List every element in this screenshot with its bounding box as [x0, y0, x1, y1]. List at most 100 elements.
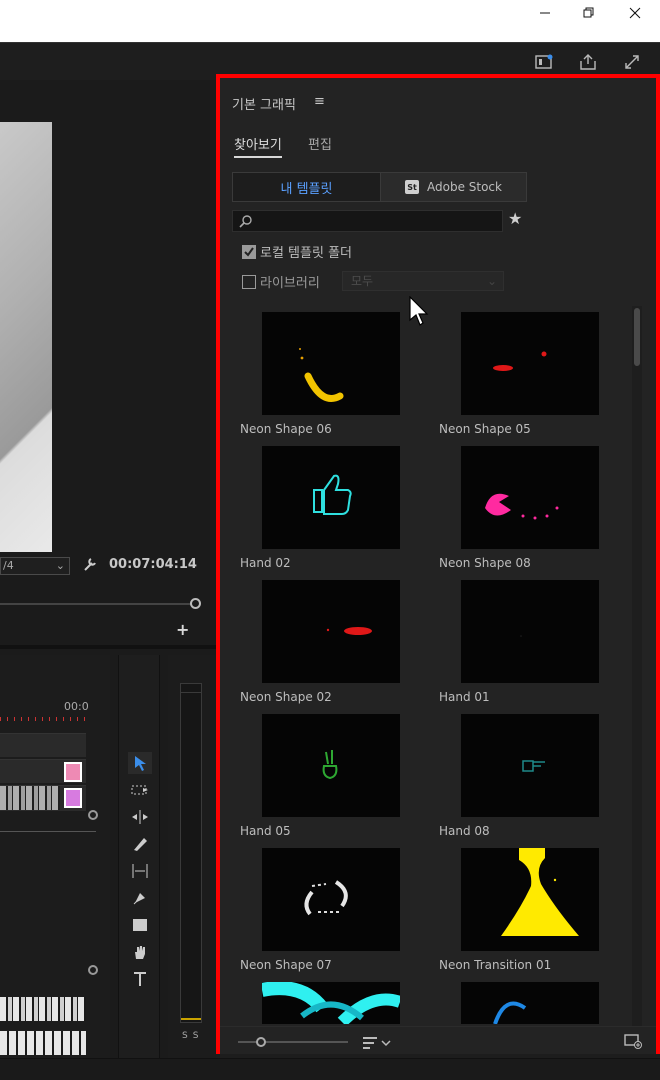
template-name: Neon Shape 07: [240, 958, 332, 972]
panel-divider: [0, 645, 216, 649]
template-name: Neon Transition 01: [439, 958, 552, 972]
template-name: Neon Shape 08: [439, 556, 531, 570]
scrollbar-thumb[interactable]: [634, 308, 640, 366]
program-monitor-frame: [0, 122, 52, 552]
meter-solo-left[interactable]: S: [182, 1031, 188, 1041]
track-scroll-knob[interactable]: [88, 810, 98, 820]
track-scroll-knob[interactable]: [88, 965, 98, 975]
monitor-scrubber[interactable]: [0, 598, 201, 610]
adobe-stock-button[interactable]: St Adobe Stock: [380, 173, 526, 201]
template-thumbnail: [461, 714, 599, 817]
libraries-dropdown-value: 모두: [351, 274, 374, 288]
template-search-input[interactable]: [232, 210, 503, 232]
chevron-down-icon: ⌄: [55, 559, 65, 572]
new-layer-icon[interactable]: [624, 1033, 642, 1053]
timeline-clip-strip[interactable]: [0, 1031, 86, 1055]
my-templates-button[interactable]: 내 템플릿: [233, 173, 380, 201]
minimize-icon[interactable]: [522, 0, 568, 26]
timeline-track[interactable]: [0, 759, 86, 783]
type-tool-icon[interactable]: [128, 968, 152, 990]
add-button-plus-icon[interactable]: +: [176, 620, 189, 639]
template-thumbnail: [262, 982, 400, 1024]
meter-bar: [180, 683, 202, 1023]
libraries-checkbox[interactable]: [242, 274, 256, 289]
slip-tool-icon[interactable]: [128, 860, 152, 882]
ripple-edit-tool-icon[interactable]: [128, 806, 152, 828]
thumbnail-size-slider-knob[interactable]: [256, 1037, 266, 1047]
fit-dropdown[interactable]: /4 ⌄: [0, 557, 70, 575]
timeline-ruler-time: 00:0: [64, 700, 89, 713]
template-grid: Neon Shape 06 Neon Shape 05 Hand 02 Neon…: [240, 312, 630, 1024]
fullscreen-icon[interactable]: [621, 51, 643, 73]
template-item[interactable]: Neon Shape 02: [240, 580, 420, 714]
thumbnail-size-slider[interactable]: [238, 1041, 348, 1043]
libraries-label: 라이브러리: [260, 276, 320, 291]
template-name: Neon Shape 02: [240, 690, 332, 704]
local-templates-checkbox[interactable]: [242, 244, 256, 259]
template-thumbnail: [262, 312, 400, 415]
libraries-checkbox-row[interactable]: 라이브러리: [242, 272, 320, 291]
razor-tool-icon[interactable]: [128, 833, 152, 855]
timeline-clip[interactable]: [64, 788, 82, 808]
essential-graphics-panel: 기본 그래픽 ≡ 찾아보기 편집 내 템플릿 St Adobe Stock ★ …: [216, 74, 660, 1054]
selection-tool-icon[interactable]: [128, 752, 152, 774]
sort-order-icon[interactable]: [362, 1035, 392, 1054]
share-icon[interactable]: [577, 51, 599, 73]
app-root: /4 ⌄ 00:07:04:14 + 00:0 S S 기본 그래픽 ≡ 찾아보…: [0, 0, 660, 1080]
search-icon: [239, 214, 253, 233]
local-templates-checkbox-row[interactable]: 로컬 템플릿 폴더: [242, 242, 352, 261]
template-item[interactable]: Hand 08: [439, 714, 619, 848]
template-item[interactable]: [240, 982, 420, 1024]
playhead-timecode[interactable]: 00:07:04:14: [109, 557, 197, 572]
window-titlebar: [0, 0, 660, 42]
template-name: Hand 05: [240, 824, 291, 838]
restore-icon[interactable]: [566, 0, 612, 26]
timeline-track[interactable]: [0, 733, 86, 757]
tab-browse[interactable]: 찾아보기: [234, 134, 282, 158]
pen-tool-icon[interactable]: [128, 887, 152, 909]
template-name: Neon Shape 05: [439, 422, 531, 436]
template-thumbnail: [262, 580, 400, 683]
template-item[interactable]: Hand 02: [240, 446, 420, 580]
hand-tool-icon[interactable]: [128, 941, 152, 963]
timeline-clip[interactable]: [0, 786, 60, 810]
panel-footer: [220, 1026, 656, 1054]
close-icon[interactable]: [612, 0, 658, 26]
meter-solo-right[interactable]: S: [193, 1031, 199, 1041]
template-thumbnail: [461, 982, 599, 1024]
wrench-icon[interactable]: [82, 556, 98, 576]
libraries-dropdown[interactable]: 모두 ⌄: [342, 271, 504, 291]
template-thumbnail: [461, 848, 599, 951]
template-item[interactable]: [439, 982, 619, 1024]
timeline-track[interactable]: [0, 785, 86, 811]
template-item[interactable]: Neon Shape 05: [439, 312, 619, 446]
panel-menu-icon[interactable]: ≡: [314, 94, 325, 109]
timeline-panel: 00:0: [0, 655, 110, 1080]
rectangle-tool-icon[interactable]: [128, 914, 152, 936]
template-item[interactable]: Neon Shape 06: [240, 312, 420, 446]
chevron-down-icon: ⌄: [486, 274, 497, 288]
template-item[interactable]: Neon Shape 07: [240, 848, 420, 982]
adobe-stock-icon: St: [405, 180, 419, 194]
quick-export-icon[interactable]: [533, 51, 555, 73]
template-item[interactable]: Hand 05: [240, 714, 420, 848]
audio-meter: S S: [168, 655, 216, 1080]
mouse-cursor-icon: [409, 295, 429, 332]
template-grid-scrollbar[interactable]: [632, 306, 642, 1026]
track-select-tool-icon[interactable]: [128, 779, 152, 801]
template-item[interactable]: Neon Shape 08: [439, 446, 619, 580]
template-thumbnail: [262, 446, 400, 549]
timeline-ruler[interactable]: [0, 717, 86, 721]
template-item[interactable]: Hand 01: [439, 580, 619, 714]
template-thumbnail: [262, 848, 400, 951]
template-thumbnail: [461, 446, 599, 549]
adobe-stock-label: Adobe Stock: [427, 180, 502, 194]
template-thumbnail: [262, 714, 400, 817]
tab-edit[interactable]: 편집: [308, 134, 332, 153]
tools-panel: [118, 655, 160, 1080]
timeline-clip[interactable]: [64, 762, 82, 782]
favorites-star-icon[interactable]: ★: [508, 209, 522, 228]
template-source-toggle: 내 템플릿 St Adobe Stock: [232, 172, 527, 202]
timeline-clip-strip[interactable]: [0, 997, 86, 1021]
template-item[interactable]: Neon Transition 01: [439, 848, 619, 982]
